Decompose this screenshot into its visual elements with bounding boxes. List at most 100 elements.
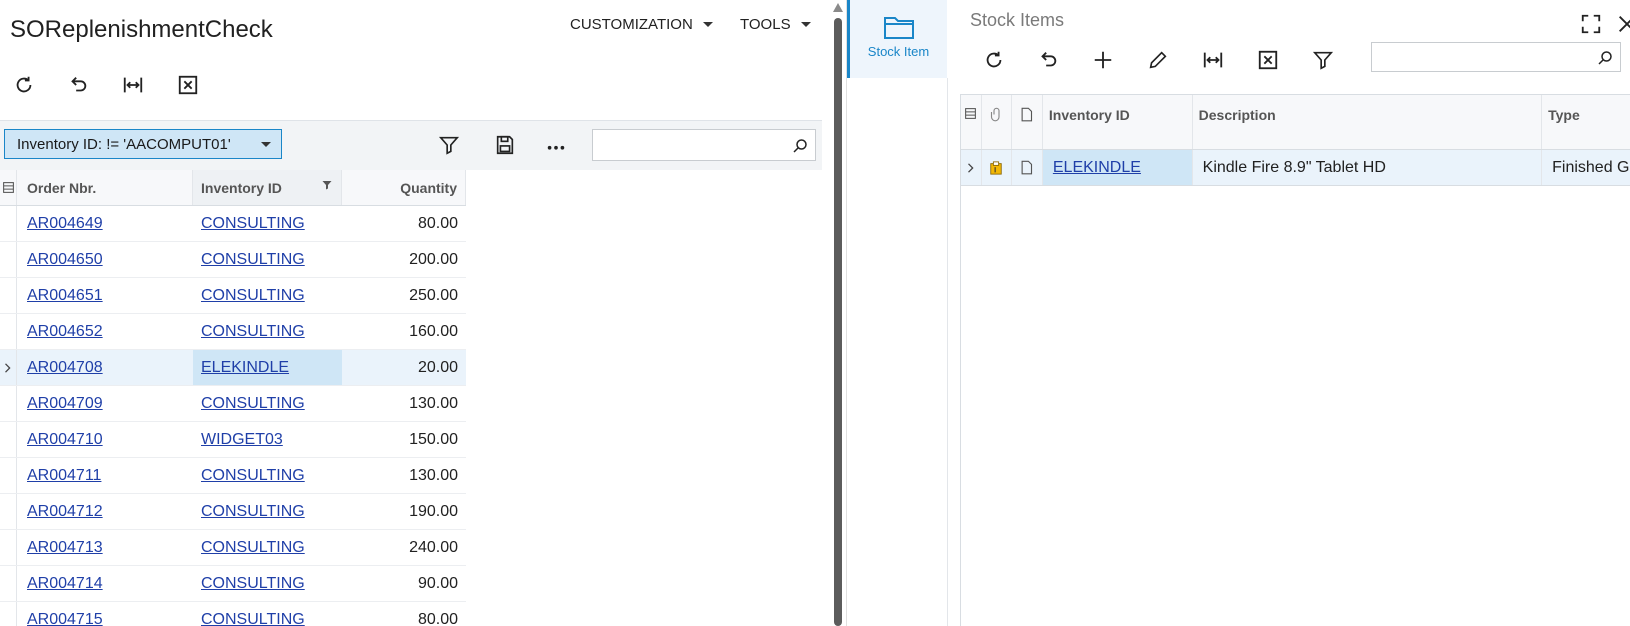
cell-order-nbr[interactable]: AR004650 [17, 242, 193, 277]
table-row[interactable]: AR004651 CONSULTING 250.00 [0, 278, 466, 314]
search-input[interactable] [593, 130, 815, 160]
customization-menu[interactable]: CUSTOMIZATION [570, 16, 713, 33]
inventory-id-link[interactable]: CONSULTING [201, 287, 305, 305]
inventory-id-link[interactable]: CONSULTING [201, 323, 305, 341]
cell-inventory-id[interactable]: ELEKINDLE [193, 350, 342, 385]
side-tab-stock-item[interactable]: Stock Item [847, 0, 947, 78]
cell-inventory-id[interactable]: CONSULTING [193, 530, 342, 565]
cell-order-nbr[interactable]: AR004711 [17, 458, 193, 493]
search-input[interactable] [1372, 43, 1620, 71]
inventory-id-link[interactable]: WIDGET03 [201, 431, 283, 449]
cell-order-nbr[interactable]: AR004712 [17, 494, 193, 529]
column-header-type[interactable]: Type [1542, 95, 1630, 149]
order-nbr-link[interactable]: AR004711 [27, 467, 101, 485]
table-row[interactable]: AR004649 CONSULTING 80.00 [0, 206, 466, 242]
refresh-button[interactable] [6, 67, 42, 103]
cell-order-nbr[interactable]: AR004651 [17, 278, 193, 313]
vertical-scrollbar[interactable] [833, 0, 843, 626]
row-selector[interactable] [0, 314, 17, 349]
row-expand[interactable] [961, 150, 982, 185]
maximize-button[interactable] [1573, 6, 1609, 42]
table-row[interactable]: AR004714 CONSULTING 90.00 [0, 566, 466, 602]
cell-order-nbr[interactable]: AR004652 [17, 314, 193, 349]
inventory-id-link[interactable]: ELEKINDLE [201, 359, 289, 377]
table-row[interactable]: AR004715 CONSULTING 80.00 [0, 602, 466, 626]
cell-inventory-id[interactable]: CONSULTING [193, 602, 342, 626]
column-header-inventory-id[interactable]: Inventory ID [193, 170, 342, 205]
excel-export-button[interactable] [170, 67, 206, 103]
table-row[interactable]: AR004650 CONSULTING 200.00 [0, 242, 466, 278]
cell-inventory-id[interactable]: CONSULTING [193, 458, 342, 493]
column-header-order-nbr[interactable]: Order Nbr. [17, 170, 193, 205]
cell-order-nbr[interactable]: AR004713 [17, 530, 193, 565]
table-row[interactable]: AR004652 CONSULTING 160.00 [0, 314, 466, 350]
order-nbr-link[interactable]: AR004651 [27, 287, 103, 305]
excel-export-button[interactable] [1250, 42, 1286, 78]
column-filter-icon[interactable] [321, 179, 333, 191]
scroll-up-icon[interactable] [833, 3, 843, 12]
cell-inventory-id[interactable]: ELEKINDLE [1042, 150, 1193, 185]
inventory-id-link[interactable]: CONSULTING [201, 395, 305, 413]
scrollbar-thumb[interactable] [834, 18, 842, 626]
inventory-id-link[interactable]: ELEKINDLE [1053, 159, 1141, 177]
table-row[interactable]: AR004708 ELEKINDLE 20.00 [0, 350, 466, 386]
row-selector[interactable] [0, 530, 17, 565]
row-selector[interactable] [0, 458, 17, 493]
cell-inventory-id[interactable]: CONSULTING [193, 242, 342, 277]
row-selector[interactable] [0, 242, 17, 277]
filter-chip[interactable]: Inventory ID: != 'AACOMPUT01' [4, 129, 282, 159]
add-button[interactable] [1085, 42, 1121, 78]
refresh-button[interactable] [976, 42, 1012, 78]
filter-button[interactable] [1305, 42, 1341, 78]
row-selector[interactable] [0, 422, 17, 457]
notes-header[interactable] [1012, 95, 1043, 149]
order-nbr-link[interactable]: AR004715 [27, 611, 103, 626]
cell-inventory-id[interactable]: CONSULTING [193, 206, 342, 241]
table-row[interactable]: AR004712 CONSULTING 190.00 [0, 494, 466, 530]
row-selector[interactable] [0, 602, 17, 626]
column-header-inventory-id[interactable]: Inventory ID [1043, 95, 1193, 149]
cell-inventory-id[interactable]: CONSULTING [193, 314, 342, 349]
cell-order-nbr[interactable]: AR004715 [17, 602, 193, 626]
row-selector[interactable] [0, 278, 17, 313]
inventory-id-link[interactable]: CONSULTING [201, 575, 305, 593]
inventory-id-link[interactable]: CONSULTING [201, 215, 305, 233]
fit-columns-button[interactable] [115, 67, 151, 103]
inventory-id-link[interactable]: CONSULTING [201, 611, 305, 626]
table-row[interactable]: AR004710 WIDGET03 150.00 [0, 422, 466, 458]
row-selector[interactable] [0, 566, 17, 601]
row-selector[interactable] [0, 494, 17, 529]
tools-menu[interactable]: TOOLS [740, 16, 811, 33]
table-row[interactable]: ELEKINDLE Kindle Fire 8.9" Tablet HD Fin… [961, 150, 1630, 186]
close-button[interactable] [1609, 6, 1630, 42]
row-selector-header[interactable] [0, 170, 17, 205]
column-header-quantity[interactable]: Quantity [342, 170, 466, 205]
order-nbr-link[interactable]: AR004714 [27, 575, 103, 593]
undo-button[interactable] [1030, 42, 1066, 78]
row-attachments[interactable] [982, 150, 1012, 185]
inventory-id-link[interactable]: CONSULTING [201, 251, 305, 269]
attachments-header[interactable] [982, 95, 1012, 149]
row-selector-header[interactable] [961, 95, 982, 149]
order-nbr-link[interactable]: AR004710 [27, 431, 103, 449]
inventory-id-link[interactable]: CONSULTING [201, 539, 305, 557]
table-row[interactable]: AR004711 CONSULTING 130.00 [0, 458, 466, 494]
table-row[interactable]: AR004709 CONSULTING 130.00 [0, 386, 466, 422]
order-nbr-link[interactable]: AR004712 [27, 503, 103, 521]
more-options-button[interactable] [538, 127, 574, 163]
search-field[interactable] [592, 129, 816, 161]
cell-inventory-id[interactable]: CONSULTING [193, 386, 342, 421]
cell-order-nbr[interactable]: AR004714 [17, 566, 193, 601]
cell-order-nbr[interactable]: AR004649 [17, 206, 193, 241]
save-filter-button[interactable] [487, 127, 523, 163]
cell-order-nbr[interactable]: AR004710 [17, 422, 193, 457]
order-nbr-link[interactable]: AR004649 [27, 215, 103, 233]
order-nbr-link[interactable]: AR004708 [27, 359, 103, 377]
row-selector[interactable] [0, 350, 17, 385]
cell-inventory-id[interactable]: WIDGET03 [193, 422, 342, 457]
fit-columns-button[interactable] [1195, 42, 1231, 78]
table-row[interactable]: AR004713 CONSULTING 240.00 [0, 530, 466, 566]
order-nbr-link[interactable]: AR004650 [27, 251, 103, 269]
cell-order-nbr[interactable]: AR004709 [17, 386, 193, 421]
cell-inventory-id[interactable]: CONSULTING [193, 494, 342, 529]
